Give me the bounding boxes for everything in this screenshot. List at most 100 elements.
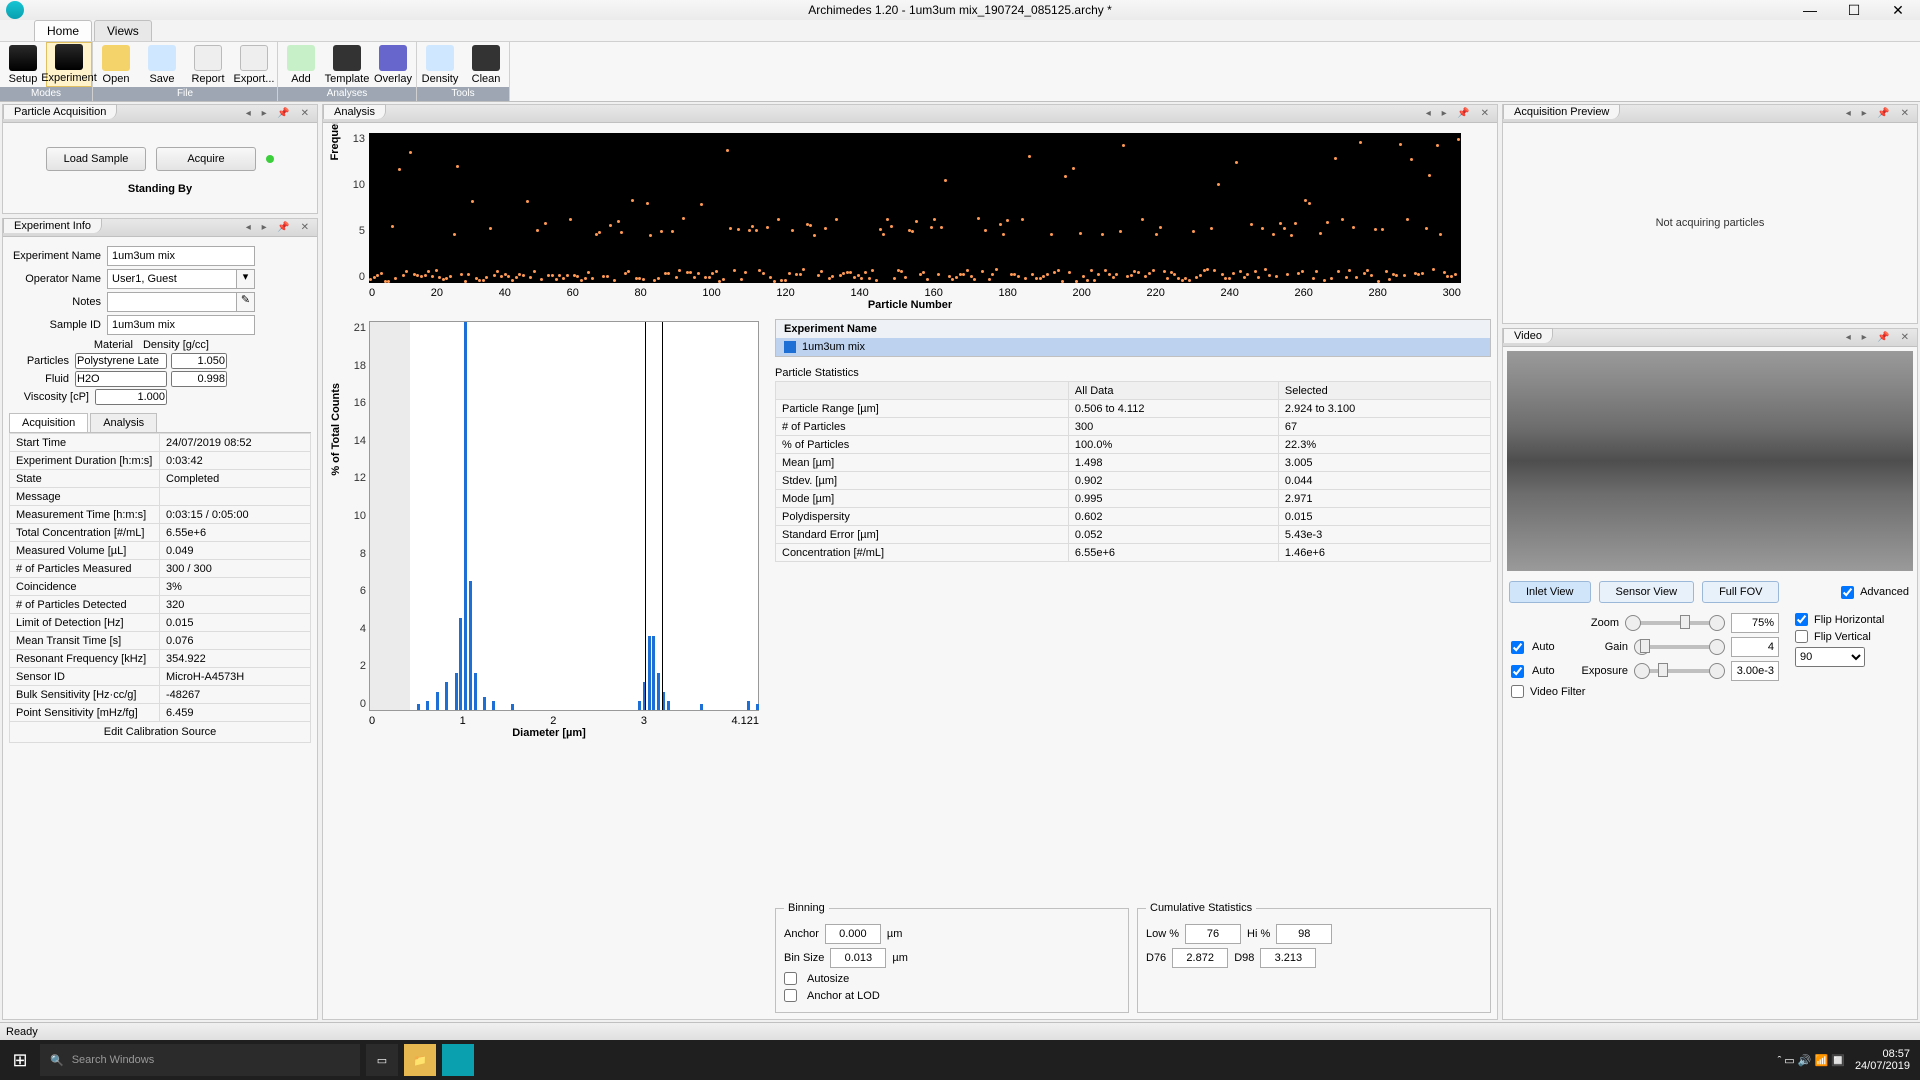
gain-value[interactable] <box>1731 637 1779 657</box>
panel-pins-icon[interactable]: ◂ ▸ 📌 ✕ <box>246 108 313 119</box>
advanced-checkbox[interactable] <box>1841 586 1854 599</box>
tray-icons[interactable]: ˆ ▭ 🔊 📶 🔲 <box>1778 1054 1845 1067</box>
pstats-cell: Particle Range [µm] <box>776 400 1069 418</box>
clean-button[interactable]: Clean <box>463 42 509 87</box>
gain-auto-checkbox[interactable] <box>1511 641 1524 654</box>
open-button[interactable]: Open <box>93 42 139 87</box>
overlay-button[interactable]: Overlay <box>370 42 416 87</box>
minimize-button[interactable]: — <box>1788 0 1832 20</box>
histogram-chart[interactable]: 21181614121086420 % of Total Counts <box>369 321 759 711</box>
panel-pins-icon[interactable]: ◂ ▸ 📌 ✕ <box>246 222 313 233</box>
template-label: Template <box>325 73 370 85</box>
zoom-slider[interactable] <box>1627 621 1723 625</box>
low-input[interactable] <box>1185 924 1241 944</box>
binsize-input[interactable] <box>830 948 886 968</box>
info-row-label: Measurement Time [h:m:s] <box>10 506 160 524</box>
particles-density-input[interactable] <box>171 353 227 369</box>
setup-button[interactable]: Setup <box>0 42 46 87</box>
full-fov-button[interactable]: Full FOV <box>1702 581 1779 603</box>
frequency-shift-chart[interactable]: 131050 Frequency Shift (Hz) <box>369 133 1461 283</box>
operator-dropdown-icon[interactable]: ▾ <box>237 269 255 289</box>
exposure-slider[interactable] <box>1636 669 1723 673</box>
notes-input[interactable] <box>107 292 237 312</box>
sampleid-label: Sample ID <box>9 319 101 331</box>
info-row-value: -48267 <box>160 686 311 704</box>
tab-home[interactable]: Home <box>34 20 92 41</box>
subtab-analysis[interactable]: Analysis <box>90 413 157 432</box>
zoom-value[interactable] <box>1731 613 1779 633</box>
hi-input[interactable] <box>1276 924 1332 944</box>
angle-select[interactable]: 90 <box>1795 647 1865 667</box>
template-button[interactable]: Template <box>324 42 370 87</box>
report-button[interactable]: Report <box>185 42 231 87</box>
autosize-checkbox[interactable] <box>784 972 797 985</box>
load-sample-button[interactable]: Load Sample <box>46 147 146 171</box>
pstats-cell: % of Particles <box>776 436 1069 454</box>
subtab-acquisition[interactable]: Acquisition <box>9 413 88 432</box>
workspace: Particle Acquisition◂ ▸ 📌 ✕ Load Sample … <box>0 102 1920 1022</box>
fluid-density-input[interactable] <box>171 371 227 387</box>
fluid-material-input[interactable] <box>75 371 167 387</box>
exposure-value[interactable] <box>1731 661 1779 681</box>
pstats-cell: 5.43e-3 <box>1278 526 1490 544</box>
pstats-col: All Data <box>1068 382 1278 400</box>
density-icon <box>426 45 454 71</box>
add-button[interactable]: Add <box>278 42 324 87</box>
expname-input[interactable] <box>107 246 255 266</box>
start-button[interactable]: ⊞ <box>0 1040 40 1080</box>
gain-slider[interactable] <box>1636 645 1723 649</box>
search-input[interactable]: 🔍Search Windows <box>40 1044 360 1076</box>
video-feed <box>1507 351 1913 571</box>
tab-views[interactable]: Views <box>94 20 152 41</box>
flip-v-checkbox[interactable] <box>1795 630 1808 643</box>
binning-title: Binning <box>784 902 829 914</box>
pstats-cell: Standard Error [µm] <box>776 526 1069 544</box>
operator-input[interactable] <box>107 269 237 289</box>
sensor-view-button[interactable]: Sensor View <box>1599 581 1695 603</box>
save-button[interactable]: Save <box>139 42 185 87</box>
info-row-label: Measured Volume [µL] <box>10 542 160 560</box>
hist-ylabel: % of Total Counts <box>330 383 342 476</box>
low-label: Low % <box>1146 928 1179 940</box>
maximize-button[interactable]: ☐ <box>1832 0 1876 20</box>
edit-calibration-button[interactable]: Edit Calibration Source <box>9 722 311 743</box>
info-row-label: Message <box>10 488 160 506</box>
anchor-input[interactable] <box>825 924 881 944</box>
panel-pins-icon[interactable]: ◂ ▸ 📌 ✕ <box>1846 332 1913 343</box>
status-bar: Ready <box>0 1022 1920 1040</box>
density-label: Density <box>422 73 459 85</box>
sampleid-input[interactable] <box>107 315 255 335</box>
close-button[interactable]: ✕ <box>1876 0 1920 20</box>
exposure-auto-checkbox[interactable] <box>1511 665 1524 678</box>
notes-edit-icon[interactable]: ✎ <box>237 292 255 312</box>
pstats-cell: # of Particles <box>776 418 1069 436</box>
particles-material-input[interactable] <box>75 353 167 369</box>
open-icon <box>102 45 130 71</box>
overlay-label: Overlay <box>374 73 412 85</box>
experiment-button[interactable]: Experiment <box>46 42 92 87</box>
info-row-label: Coincidence <box>10 578 160 596</box>
flip-v-label: Flip Vertical <box>1814 631 1871 643</box>
info-row-label: # of Particles Measured <box>10 560 160 578</box>
anchor-lod-checkbox[interactable] <box>784 989 797 1002</box>
info-row-label: # of Particles Detected <box>10 596 160 614</box>
task-view-icon[interactable]: ▭ <box>366 1044 398 1076</box>
panel-pins-icon[interactable]: ◂ ▸ 📌 ✕ <box>1846 108 1913 119</box>
explorer-icon[interactable]: 📁 <box>404 1044 436 1076</box>
pstats-cell: 0.506 to 4.112 <box>1068 400 1278 418</box>
export-button[interactable]: Export... <box>231 42 277 87</box>
inlet-view-button[interactable]: Inlet View <box>1509 581 1591 603</box>
video-filter-checkbox[interactable] <box>1511 685 1524 698</box>
info-row-label: Bulk Sensitivity [Hz·cc/g] <box>10 686 160 704</box>
experiment-label: Experiment <box>41 72 97 84</box>
viscosity-input[interactable] <box>95 389 167 405</box>
add-icon <box>287 45 315 71</box>
ribbon: Setup Experiment Modes Open Save Report … <box>0 42 1920 102</box>
density-button[interactable]: Density <box>417 42 463 87</box>
notes-label: Notes <box>9 296 101 308</box>
acquire-button[interactable]: Acquire <box>156 147 256 171</box>
fluid-label: Fluid <box>9 373 69 385</box>
flip-h-checkbox[interactable] <box>1795 613 1808 626</box>
archimedes-taskbar-icon[interactable] <box>442 1044 474 1076</box>
panel-pins-icon[interactable]: ◂ ▸ 📌 ✕ <box>1426 108 1493 119</box>
